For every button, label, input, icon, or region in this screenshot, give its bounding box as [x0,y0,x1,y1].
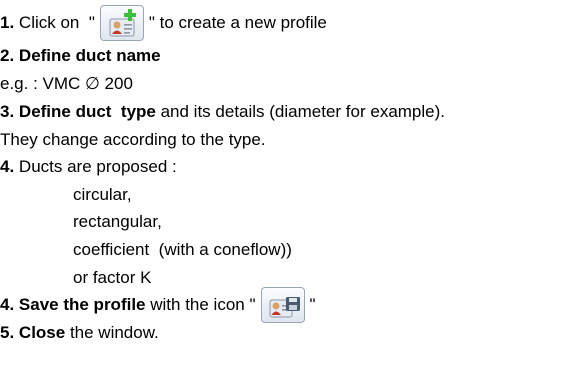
step-bold-text: Close [14,323,66,342]
option-item: rectangular, [73,211,162,232]
option-item: coefficient (with a coneflow)) [73,239,292,260]
step-3-note: They change according to the type. [0,129,266,150]
step-bold-text: Save the profile [14,295,146,314]
step-text: and its details (diameter for example). [155,102,445,121]
step-text: They change according to the type. [0,130,266,149]
step-text: Click on " [14,13,95,32]
step-number: 5. [0,323,15,342]
option-text: circular, [73,185,132,204]
save-profile-icon[interactable] [260,286,305,323]
step-2: 2. Define duct name [0,45,161,66]
step-5: 5. Close the window. [0,322,159,343]
step-save: 4. Save the profile with the icon " " [0,286,316,323]
step-text: the window. [65,323,159,342]
step-text: Ducts are proposed : [14,157,177,176]
option-text: or factor K [73,268,152,287]
step-text: " to create a new profile [148,13,327,32]
step-text: " [309,295,316,314]
step-1: 1. Click on " " to create a new profile [0,4,327,41]
example-text: e.g. : VMC ∅ 200 [0,74,133,93]
step-bold-text: Define duct name [14,46,161,65]
option-item: circular, [73,184,132,205]
step-text: with the icon " [145,295,256,314]
step-number: 4. [0,157,15,176]
option-text: coefficient (with a coneflow)) [73,240,292,259]
step-number: 4. [0,295,15,314]
step-3: 3. Define duct type and its details (dia… [0,101,445,122]
step-bold-text: Define duct type [14,102,156,121]
example-line: e.g. : VMC ∅ 200 [0,73,133,94]
step-number: 1. [0,13,15,32]
step-4: 4. Ducts are proposed : [0,156,177,177]
option-text: rectangular, [73,212,162,231]
add-profile-icon[interactable] [99,4,144,41]
step-number: 2. [0,46,15,65]
option-item: or factor K [73,267,151,288]
step-number: 3. [0,102,15,121]
